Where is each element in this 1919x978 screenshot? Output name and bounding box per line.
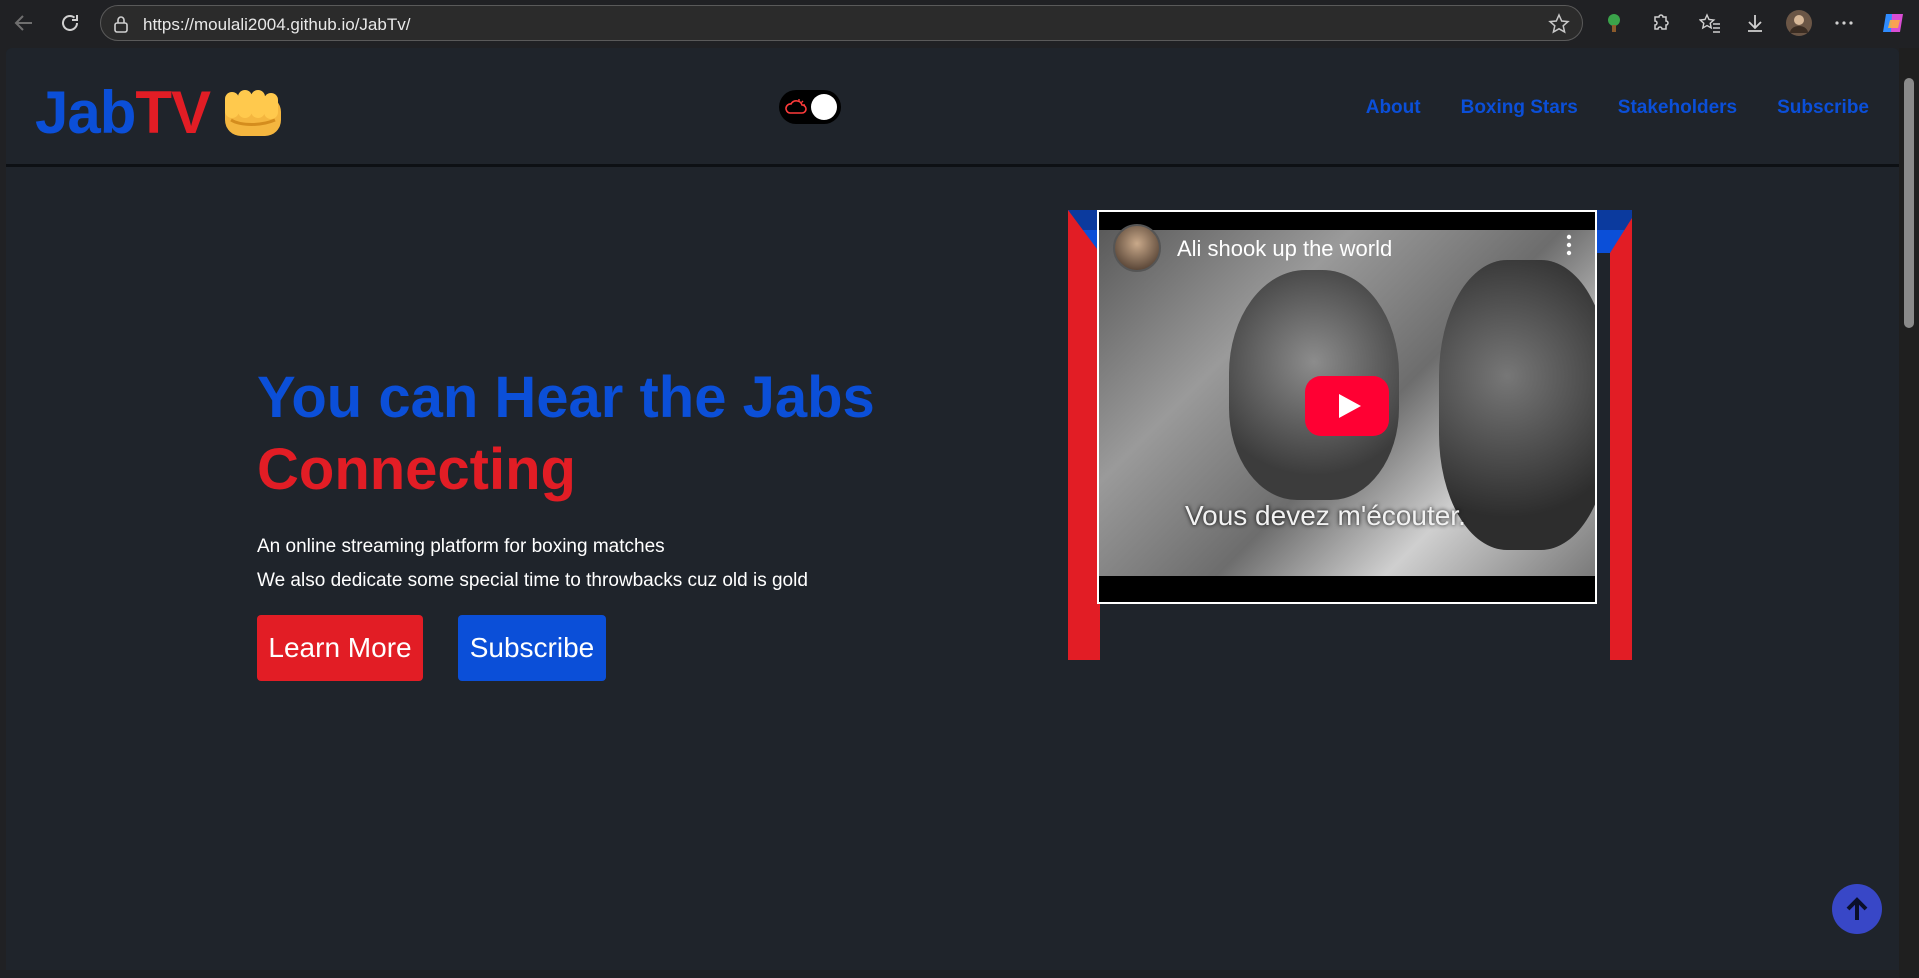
- logo-jab-text: Jab: [35, 79, 136, 146]
- favorites-list-icon[interactable]: [1695, 8, 1725, 38]
- tree-extension-icon[interactable]: [1599, 8, 1629, 38]
- site-logo[interactable]: JabTV: [35, 78, 211, 147]
- browser-toolbar: https://moulali2004.github.io/JabTv/: [0, 0, 1919, 46]
- extensions-puzzle-icon[interactable]: [1645, 8, 1675, 38]
- nav-subscribe[interactable]: Subscribe: [1777, 97, 1869, 119]
- scroll-to-top-button[interactable]: [1832, 884, 1882, 934]
- scrollbar-thumb[interactable]: [1904, 78, 1914, 328]
- site-header: JabTV About Boxing Stars Stakeholders Su…: [6, 48, 1899, 167]
- copilot-icon[interactable]: [1878, 8, 1908, 38]
- logo-tv-text: TV: [135, 79, 211, 146]
- nav-about[interactable]: About: [1366, 97, 1421, 119]
- reload-button[interactable]: [52, 5, 88, 41]
- nav-boxing-stars[interactable]: Boxing Stars: [1461, 97, 1578, 119]
- back-button[interactable]: [6, 5, 42, 41]
- video-more-icon[interactable]: [1565, 234, 1573, 261]
- learn-more-button[interactable]: Learn More: [257, 615, 423, 681]
- downloads-icon[interactable]: [1740, 8, 1770, 38]
- hero-title-line1: You can Hear the Jabs: [257, 365, 875, 430]
- play-button-icon[interactable]: [1305, 376, 1389, 436]
- favorite-star-icon[interactable]: [1548, 13, 1570, 40]
- theme-toggle[interactable]: [779, 90, 841, 124]
- page-scrollbar[interactable]: [1899, 48, 1919, 978]
- hero-title: You can Hear the Jabs Connecting: [257, 362, 875, 506]
- main-nav: About Boxing Stars Stakeholders Subscrib…: [1326, 97, 1899, 119]
- address-bar[interactable]: https://moulali2004.github.io/JabTv/: [100, 5, 1583, 41]
- hero-text-line2: We also dedicate some special time to th…: [257, 570, 808, 591]
- toggle-knob: [811, 94, 837, 120]
- arrow-up-icon: [1846, 897, 1868, 920]
- hero-description: An online streaming platform for boxing …: [257, 530, 808, 598]
- url-text: https://moulali2004.github.io/JabTv/: [143, 15, 411, 34]
- lock-icon: [113, 15, 129, 38]
- weather-cloud-icon: [785, 97, 807, 122]
- fist-icon: [221, 86, 287, 147]
- channel-avatar[interactable]: [1113, 224, 1161, 272]
- video-title[interactable]: Ali shook up the world: [1177, 236, 1392, 262]
- profile-avatar-icon[interactable]: [1784, 8, 1814, 38]
- hero-title-line2: Connecting: [257, 437, 576, 502]
- youtube-video-embed[interactable]: Ali shook up the world Vous devez m'écou…: [1097, 210, 1597, 604]
- back-arrow-icon: [14, 15, 32, 31]
- more-menu-icon[interactable]: [1829, 8, 1859, 38]
- video-subtitle: Vous devez m'écouter.: [1185, 500, 1466, 531]
- nav-stakeholders[interactable]: Stakeholders: [1618, 97, 1737, 119]
- reload-icon: [62, 14, 78, 31]
- subscribe-button[interactable]: Subscribe: [458, 615, 606, 681]
- hero-text-line1: An online streaming platform for boxing …: [257, 536, 665, 557]
